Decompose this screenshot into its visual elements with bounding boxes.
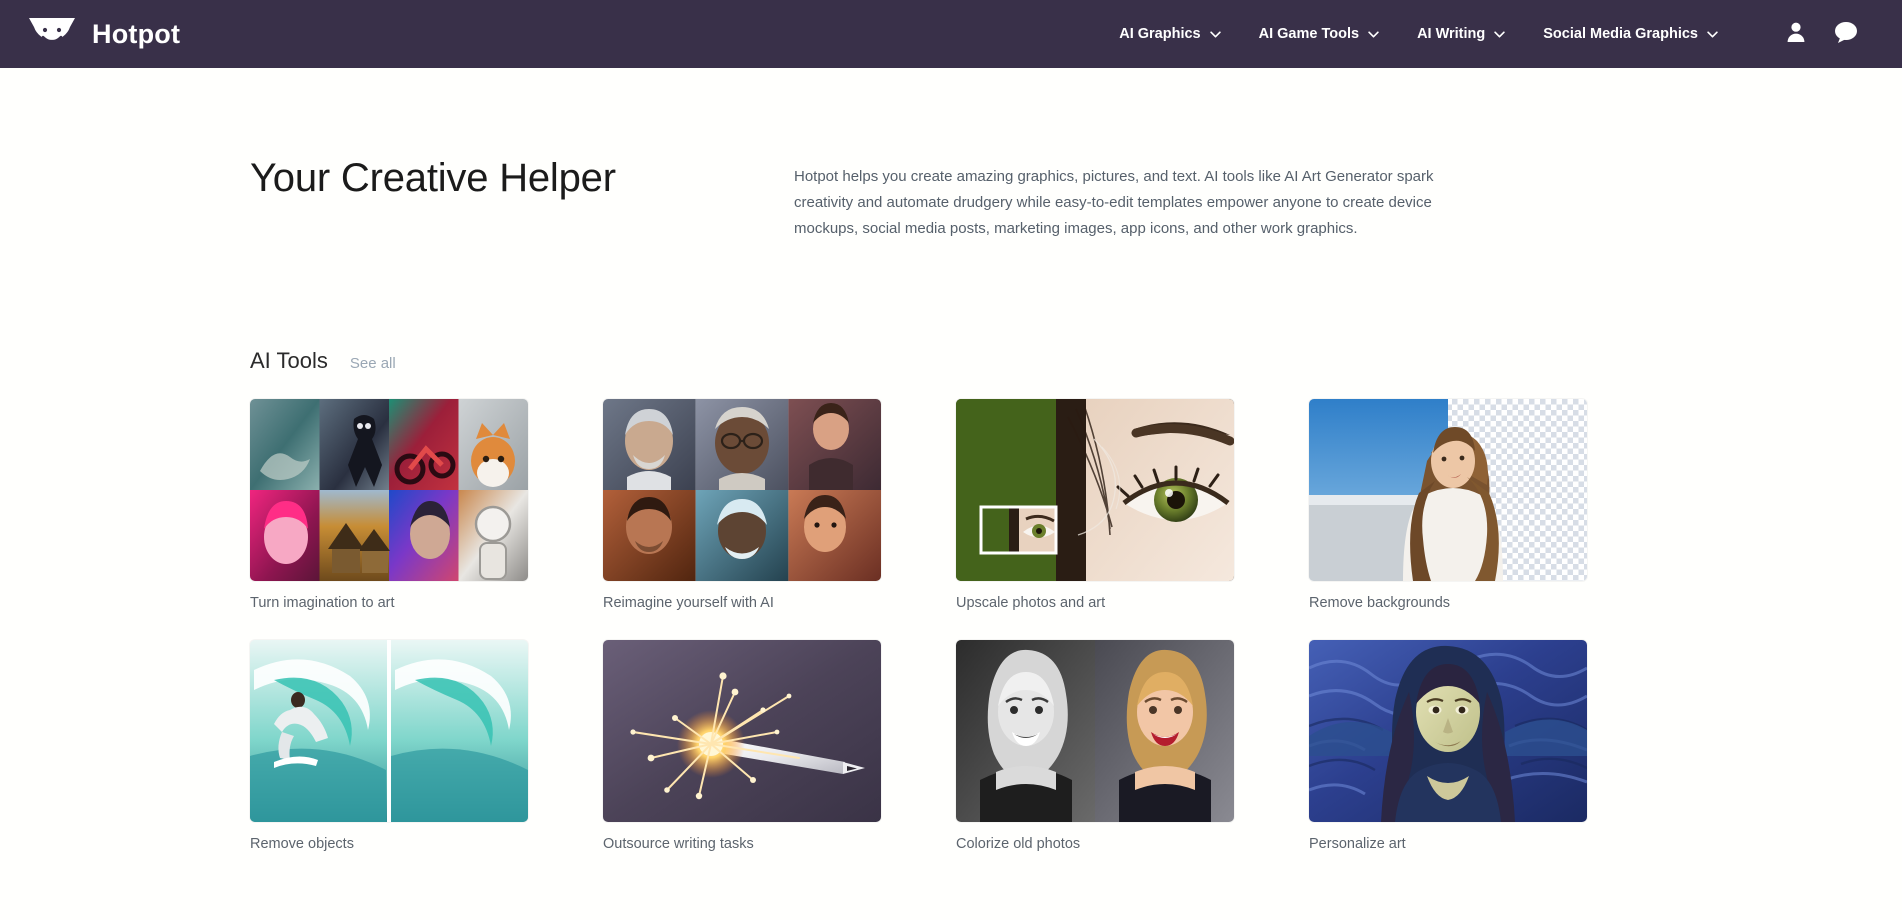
ai-portrait-grid-6-thumbnails-icon xyxy=(603,399,881,581)
chat-bubble-icon[interactable] xyxy=(1834,21,1858,48)
tool-card-colorize-old-photos[interactable]: Colorize old photos xyxy=(956,640,1234,853)
tool-card-remove-backgrounds[interactable]: Remove backgrounds xyxy=(1309,399,1587,612)
tool-card-reimagine-yourself-with-ai[interactable]: Reimagine yourself with AI xyxy=(603,399,881,612)
tool-card-label: Upscale photos and art xyxy=(956,595,1234,612)
ai-tools-section-header: AI Tools See all xyxy=(0,242,1902,374)
see-all-link[interactable]: See all xyxy=(350,355,396,372)
tool-card-label: Remove objects xyxy=(250,836,528,853)
ai-tools-grid: Turn imagination to art xyxy=(0,374,1902,854)
nav-item-ai-writing[interactable]: AI Writing xyxy=(1417,26,1505,42)
nav-item-label: Social Media Graphics xyxy=(1543,26,1698,42)
ai-art-grid-8-thumbnails-icon xyxy=(250,399,528,581)
tool-card-label: Colorize old photos xyxy=(956,836,1234,853)
tool-card-label: Remove backgrounds xyxy=(1309,595,1587,612)
tool-card-label: Turn imagination to art xyxy=(250,595,528,612)
surfer-wave-before-after-icon xyxy=(250,640,528,822)
woman-half-sky-half-checkerboard-icon xyxy=(1309,399,1587,581)
bw-and-colorized-portrait-icon xyxy=(956,640,1234,822)
closeup-eye-with-zoom-inset-icon xyxy=(956,399,1234,581)
mona-lisa-van-gogh-style-icon xyxy=(1309,640,1587,822)
chevron-down-icon xyxy=(1494,31,1505,38)
page-title: Your Creative Helper xyxy=(250,154,750,242)
nav-item-ai-graphics[interactable]: AI Graphics xyxy=(1119,26,1220,42)
tool-card-label: Reimagine yourself with AI xyxy=(603,595,881,612)
user-account-icon[interactable] xyxy=(1786,21,1806,48)
tool-card-personalize-art[interactable]: Personalize art xyxy=(1309,640,1587,853)
hero-section: Your Creative Helper Hotpot helps you cr… xyxy=(0,68,1902,242)
tool-card-label: Personalize art xyxy=(1309,836,1587,853)
section-title-ai-tools: AI Tools xyxy=(250,348,328,374)
nav-item-label: AI Game Tools xyxy=(1259,26,1359,42)
tool-card-outsource-writing-tasks[interactable]: Outsource writing tasks xyxy=(603,640,881,853)
nav-item-ai-game-tools[interactable]: AI Game Tools xyxy=(1259,26,1379,42)
nav-item-label: AI Writing xyxy=(1417,26,1485,42)
nav-item-social-media-graphics[interactable]: Social Media Graphics xyxy=(1543,26,1718,42)
chevron-down-icon xyxy=(1707,31,1718,38)
tool-card-remove-objects[interactable]: Remove objects xyxy=(250,640,528,853)
brand-name: Hotpot xyxy=(92,19,180,50)
chevron-down-icon xyxy=(1368,31,1379,38)
chevron-down-icon xyxy=(1210,31,1221,38)
brand-logo-link[interactable]: Hotpot xyxy=(26,14,180,54)
page-main: Your Creative Helper Hotpot helps you cr… xyxy=(0,68,1902,854)
site-header: Hotpot AI Graphics AI Game Tools AI Writ… xyxy=(0,0,1902,68)
hero-description: Hotpot helps you create amazing graphics… xyxy=(794,154,1484,242)
sparkling-pen-on-purple-icon xyxy=(603,640,881,822)
tool-card-turn-imagination-to-art[interactable]: Turn imagination to art xyxy=(250,399,528,612)
nav-item-label: AI Graphics xyxy=(1119,26,1200,42)
hotpot-bowl-smile-logo-icon xyxy=(26,14,78,54)
main-navigation: AI Graphics AI Game Tools AI Writing Soc… xyxy=(1119,21,1858,48)
tool-card-upscale-photos-and-art[interactable]: Upscale photos and art xyxy=(956,399,1234,612)
header-icon-group xyxy=(1786,21,1858,48)
tool-card-label: Outsource writing tasks xyxy=(603,836,881,853)
